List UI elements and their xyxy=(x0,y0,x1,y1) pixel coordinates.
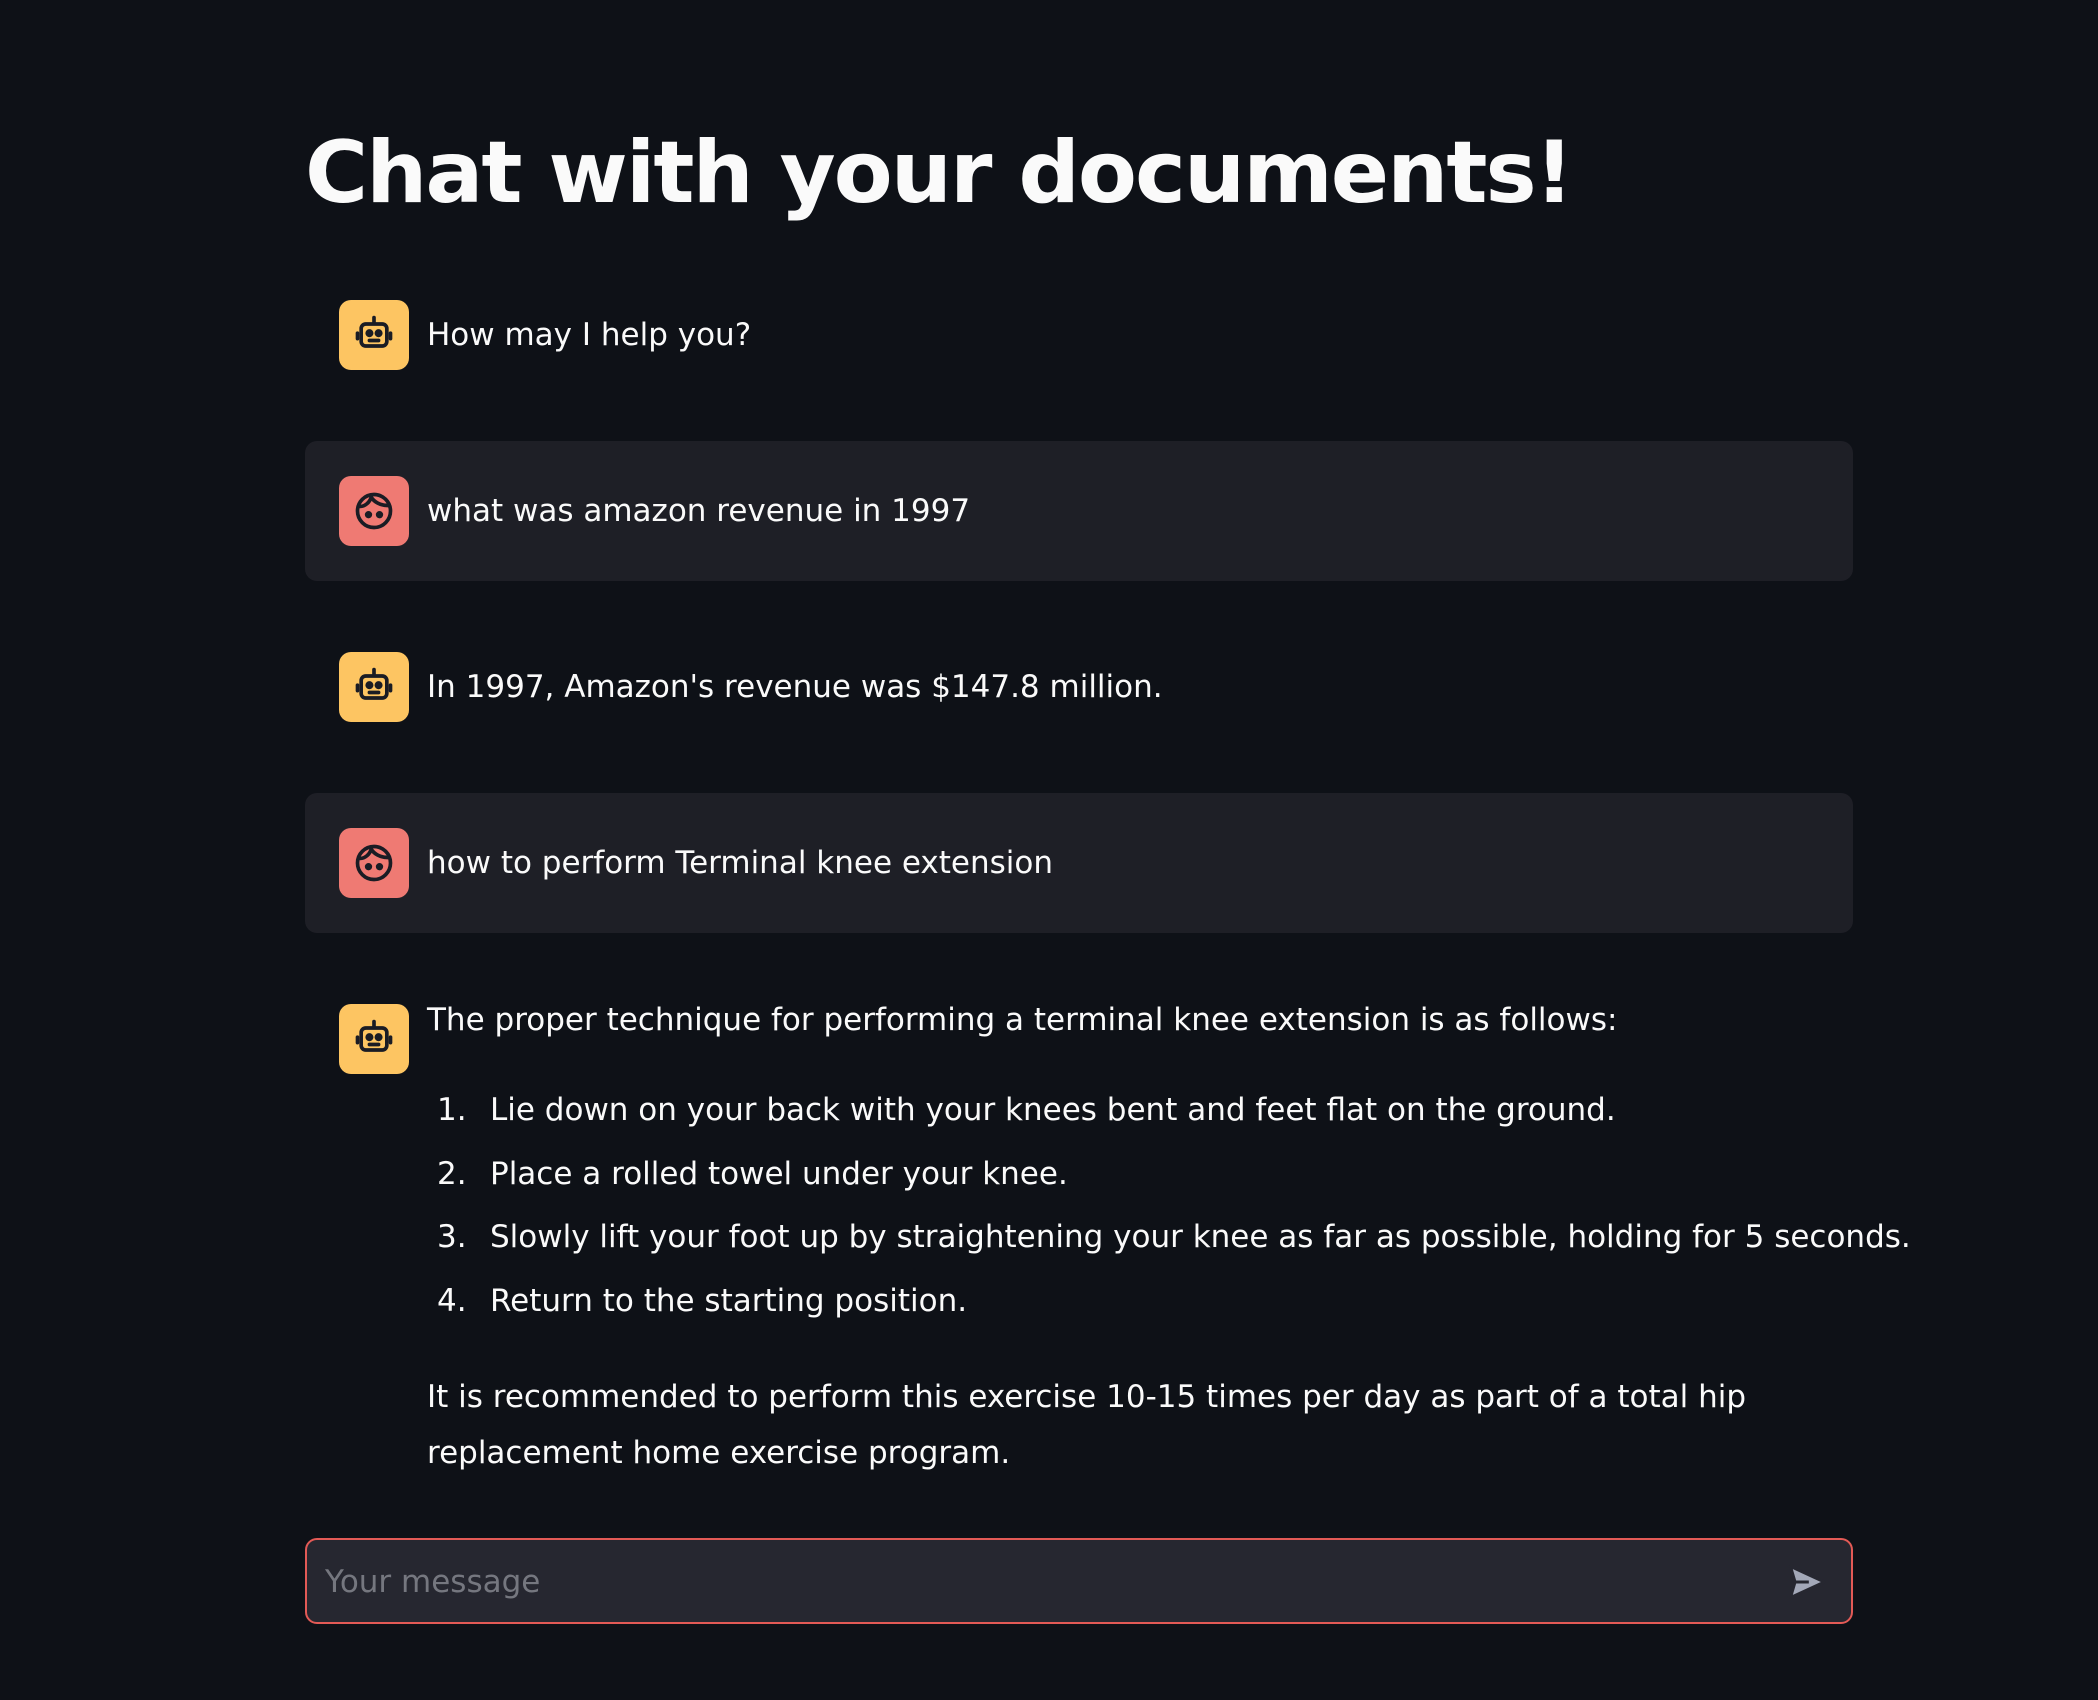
chat-message-assistant: The proper technique for performing a te… xyxy=(305,989,1911,1489)
send-button[interactable] xyxy=(1783,1558,1831,1606)
assistant-avatar xyxy=(339,652,409,722)
chat-input-container xyxy=(305,1538,1853,1624)
user-avatar xyxy=(339,476,409,546)
chat-message-input[interactable] xyxy=(323,1540,1747,1624)
user-face-icon xyxy=(355,844,393,882)
message-intro-text: The proper technique for performing a te… xyxy=(427,1002,1618,1038)
robot-icon xyxy=(355,315,393,348)
chat-message-assistant: In 1997, Amazon's revenue was $147.8 mil… xyxy=(305,637,1853,739)
main-container: Chat with your documents! How may I help… xyxy=(0,0,2098,1700)
step-number: 3. xyxy=(437,1219,467,1255)
user-face-icon xyxy=(355,492,393,530)
step-text: Return to the starting position. xyxy=(490,1282,968,1319)
chat-message-user: what was amazon revenue in 1997 xyxy=(305,441,1853,581)
assistant-avatar xyxy=(339,1004,409,1074)
step-number: 2. xyxy=(437,1155,467,1192)
message-text: In 1997, Amazon's revenue was $147.8 mil… xyxy=(427,669,1163,705)
message-text: how to perform Terminal knee extension xyxy=(427,845,1054,881)
message-text: what was amazon revenue in 1997 xyxy=(427,493,971,529)
robot-icon xyxy=(355,1019,393,1052)
chat-message-assistant: How may I help you? xyxy=(305,285,1853,387)
message-outro-text: It is recommended to perform this exerci… xyxy=(427,1379,1747,1471)
step-number: 1. xyxy=(437,1092,467,1128)
chat-message-user: how to perform Terminal knee extension xyxy=(305,793,1853,933)
send-icon xyxy=(1789,1564,1826,1600)
step-text: Lie down on your back with your knees be… xyxy=(490,1092,1616,1128)
user-avatar xyxy=(339,828,409,898)
page-title: Chat with your documents! xyxy=(305,123,1574,223)
robot-icon xyxy=(355,667,393,700)
step-text: Place a rolled towel under your knee. xyxy=(490,1155,1068,1192)
step-text: Slowly lift your foot up by straightenin… xyxy=(490,1219,1911,1255)
step-number: 4. xyxy=(437,1282,467,1319)
assistant-avatar xyxy=(339,300,409,370)
message-text: How may I help you? xyxy=(427,317,752,353)
